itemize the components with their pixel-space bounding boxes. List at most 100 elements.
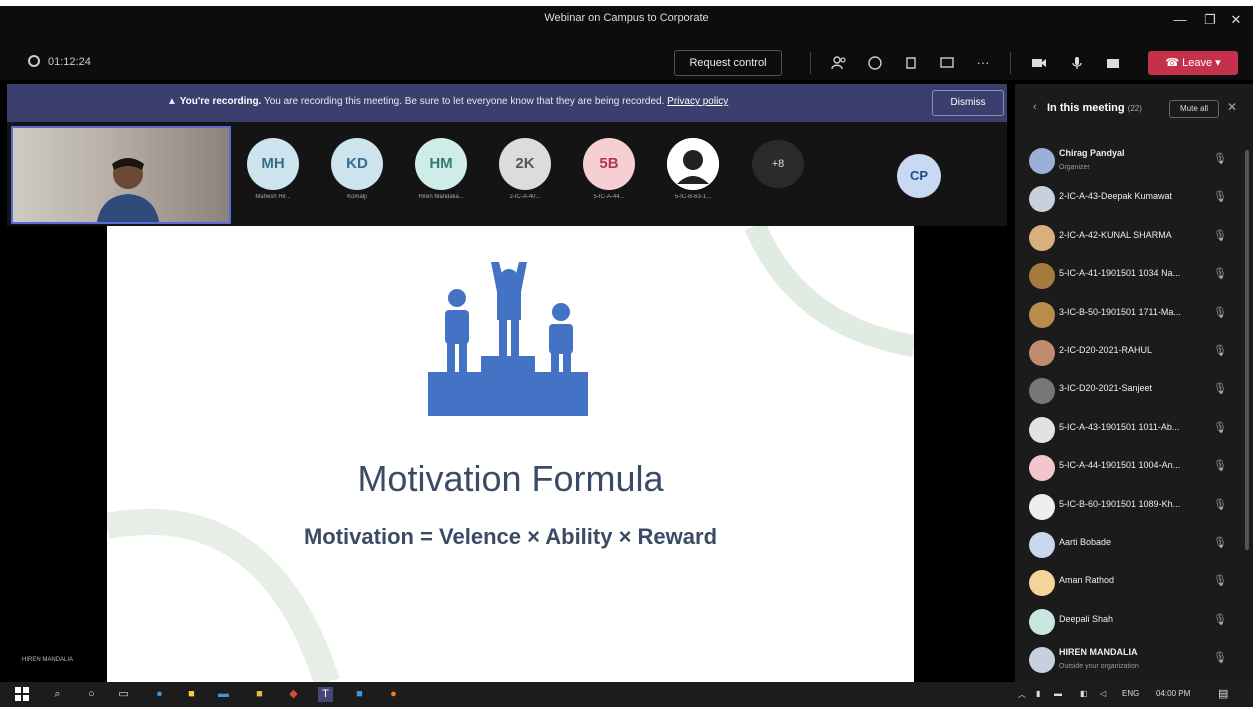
close-window-button[interactable]: ✕	[1226, 12, 1246, 28]
notifications-icon[interactable]: ▤	[1218, 687, 1228, 700]
recording-banner: ▲ You're recording. You are recording th…	[7, 84, 1007, 122]
panel-scrollbar[interactable]	[1245, 150, 1249, 550]
participant-name: HIREN MANDALIA	[1059, 647, 1138, 658]
participant-avatar	[1029, 301, 1055, 328]
avatar-name: 5-IC-A-44...	[593, 194, 625, 200]
close-panel-icon[interactable]: ✕	[1227, 100, 1237, 114]
avatar-hm[interactable]: HM	[415, 138, 467, 190]
participant-row[interactable]: 3-IC-B-50-1901501 1711-Ma... 🎙︎	[1015, 298, 1253, 336]
mic-muted-icon: 🎙︎	[1213, 191, 1227, 204]
avatar-mh[interactable]: MH	[247, 138, 299, 190]
share-icon[interactable]	[938, 54, 956, 72]
avatar-5b[interactable]: 5B	[583, 138, 635, 190]
mic-muted-icon: 🎙︎	[1213, 498, 1227, 511]
participant-name: 5-IC-A-43-1901501 1011-Ab...	[1059, 421, 1180, 432]
avatar-cp[interactable]: CP	[897, 154, 941, 198]
tray-app-icon[interactable]: ▬	[1054, 689, 1062, 698]
participant-avatar	[1029, 455, 1055, 482]
camera-icon[interactable]	[1030, 54, 1048, 72]
network-icon[interactable]: ◧	[1080, 689, 1088, 698]
reactions-icon[interactable]	[902, 54, 920, 72]
task-view-icon[interactable]: ▭	[116, 687, 131, 702]
chat-icon[interactable]	[866, 54, 884, 72]
leave-button[interactable]: ☎ Leave ▾	[1148, 51, 1238, 75]
folder-icon[interactable]: ■	[252, 687, 267, 702]
participant-row[interactable]: 5-IC-A-44-1901501 1004-An... 🎙︎	[1015, 451, 1253, 489]
participant-avatar	[1029, 608, 1055, 635]
participant-row[interactable]: Aman Rathod 🎙︎	[1015, 566, 1253, 604]
search-icon[interactable]: ⌕	[50, 687, 65, 702]
app-icon[interactable]: ◆	[286, 687, 301, 702]
participant-strip: MH Mahesh Hir... KD Komalji HM Hiren Mandalia…	[7, 122, 1007, 226]
participant-avatar	[1029, 378, 1055, 405]
participant-avatar	[1029, 493, 1055, 520]
participant-name: Deepali Shah	[1059, 613, 1114, 624]
participant-row[interactable]: 5-IC-A-43-1901501 1011-Ab... 🎙︎	[1015, 413, 1253, 451]
mute-all-button[interactable]: Mute all	[1169, 100, 1219, 118]
participant-name: 5-IC-A-44-1901501 1004-An...	[1059, 460, 1181, 471]
timer-text: 01:12:24	[48, 56, 91, 68]
participant-row[interactable]: 2-IC-A-42-KUNAL SHARMA 🎙︎	[1015, 221, 1253, 259]
avatar-kd[interactable]: KD	[331, 138, 383, 190]
participant-role: Outside your organization	[1059, 663, 1139, 671]
participant-row[interactable]: HIREN MANDALIA Outside your organization 🎙…	[1015, 643, 1253, 681]
participant-avatar	[1029, 148, 1055, 174]
firefox-icon[interactable]: ●	[386, 687, 401, 702]
avatar-name: Komalji	[347, 194, 367, 200]
clock[interactable]: 04:00 PM	[1156, 689, 1190, 698]
participant-avatar	[1029, 263, 1055, 290]
teams-icon[interactable]: T	[318, 687, 333, 702]
participant-row[interactable]: 2-IC-D20-2021-RAHUL 🎙︎	[1015, 336, 1253, 374]
participant-row[interactable]: Deepali Shah 🎙︎	[1015, 605, 1253, 643]
file-explorer-icon[interactable]: ■	[184, 687, 199, 702]
mic-muted-icon: 🎙︎	[1213, 652, 1227, 665]
participants-panel: ‹ In this meeting (22) Mute all ✕ Chirag…	[1015, 84, 1253, 682]
privacy-policy-link[interactable]: Privacy policy	[667, 96, 728, 107]
windows-start-icon[interactable]	[14, 687, 29, 702]
cortana-icon[interactable]: ○	[84, 687, 99, 702]
mic-muted-icon: 🎙︎	[1213, 460, 1227, 473]
leave-label: Leave	[1182, 57, 1213, 69]
back-chevron-icon[interactable]: ‹	[1033, 101, 1037, 113]
presentation-slide: Motivation Formula Motivation = Velence …	[107, 226, 914, 682]
tray-mic-icon[interactable]: ▮	[1036, 689, 1040, 698]
participant-avatar	[1029, 224, 1055, 251]
panel-title: In this meeting (22)	[1047, 102, 1142, 114]
input-language[interactable]: ENG	[1122, 689, 1139, 698]
participant-row[interactable]: 3-IC-D20-2021-Sanjeet 🎙︎	[1015, 374, 1253, 412]
participant-row[interactable]: Chirag Pandyal Organizer 🎙︎	[1015, 144, 1253, 182]
mic-muted-icon: 🎙︎	[1213, 613, 1227, 626]
minimize-button[interactable]: —	[1170, 12, 1190, 27]
participant-row[interactable]: Aarti Bobade 🎙︎	[1015, 528, 1253, 566]
people-icon[interactable]	[830, 54, 848, 72]
self-video[interactable]	[11, 126, 231, 224]
participant-avatar	[1029, 570, 1055, 597]
avatar-photo[interactable]	[667, 138, 719, 190]
tray-chevron-icon[interactable]: ︿	[1018, 689, 1026, 700]
mic-muted-icon: 🎙︎	[1213, 306, 1227, 319]
profile-photo-icon	[667, 138, 719, 190]
edge-icon[interactable]: ●	[152, 687, 167, 702]
participant-name: 3-IC-D20-2021-Sanjeet	[1059, 383, 1153, 394]
avatar-name: 2-IC-A-40...	[509, 194, 541, 200]
maximize-button[interactable]: ❐	[1200, 12, 1220, 28]
share-tray-icon[interactable]	[1104, 54, 1122, 72]
person-video-image	[96, 158, 160, 222]
participant-row[interactable]: 5-IC-B-60-1901501 1089-Kh... 🎙︎	[1015, 490, 1253, 528]
title-bar: Webinar on Campus to Corporate — ❐ ✕	[0, 0, 1253, 46]
more-participants-button[interactable]: +8	[752, 140, 804, 188]
phone-hangup-icon: ☎	[1165, 57, 1183, 69]
mic-muted-icon: 🎙︎	[1213, 575, 1227, 588]
dismiss-button[interactable]: Dismiss	[932, 90, 1004, 116]
more-options-icon[interactable]: ···	[974, 54, 992, 72]
request-control-button[interactable]: Request control	[674, 50, 782, 76]
participant-avatar	[1029, 531, 1055, 558]
store-icon[interactable]: ■	[352, 687, 367, 702]
mic-muted-icon: 🎙︎	[1213, 229, 1227, 242]
participant-row[interactable]: 5-IC-A-41-1901501 1034 Na... 🎙︎	[1015, 259, 1253, 297]
mail-icon[interactable]: ▬	[216, 687, 231, 702]
volume-icon[interactable]: ◁	[1100, 689, 1106, 698]
participant-row[interactable]: 2-IC-A-43-Deepak Kumawat 🎙︎	[1015, 182, 1253, 220]
avatar-2k[interactable]: 2K	[499, 138, 551, 190]
mic-icon[interactable]	[1068, 54, 1086, 72]
